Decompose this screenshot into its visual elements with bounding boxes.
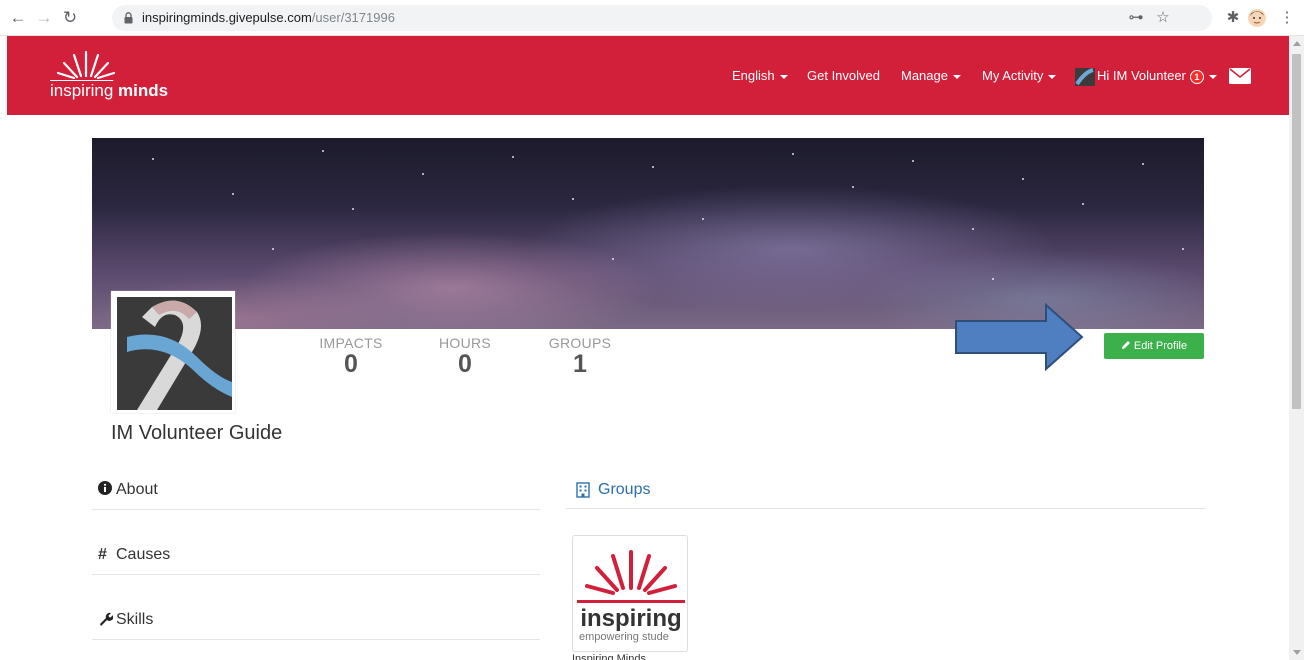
stat-hours: HOURS 0 bbox=[425, 335, 505, 377]
nav-language-label: English bbox=[732, 68, 775, 83]
back-arrow-icon[interactable]: ← bbox=[8, 8, 28, 28]
star-bookmark-icon[interactable]: ☆ bbox=[1152, 7, 1174, 29]
section-about-label: About bbox=[116, 481, 158, 498]
logo-word-inspiring: inspiring bbox=[50, 81, 114, 100]
extensions-puzzle-icon[interactable]: ✱ bbox=[1222, 7, 1244, 29]
stat-value: 0 bbox=[458, 350, 472, 378]
profile-avatar[interactable] bbox=[111, 291, 235, 413]
chevron-down-icon bbox=[779, 74, 788, 79]
browser-toolbar: ← → ↻ inspiringminds.givepulse.com/user/… bbox=[0, 0, 1304, 36]
url-path: /user/3171996 bbox=[311, 10, 395, 25]
wrench-icon bbox=[100, 612, 114, 626]
profile-avatar-icon[interactable] bbox=[1246, 7, 1268, 29]
nav-my-activity[interactable]: My Activity bbox=[982, 66, 1057, 86]
lock-icon bbox=[124, 12, 133, 24]
pencil-icon bbox=[1121, 341, 1130, 349]
inspiring-minds-logo[interactable]: inspiring minds bbox=[50, 48, 190, 104]
nav-manage-label: Manage bbox=[901, 68, 948, 83]
nav-manage[interactable]: Manage bbox=[901, 66, 961, 86]
scroll-down-arrow-icon[interactable] bbox=[1293, 650, 1301, 655]
stat-label: GROUPS bbox=[548, 335, 612, 351]
group-name-link[interactable]: Inspiring Minds bbox=[572, 653, 646, 660]
url-text: inspiringminds.givepulse.com/user/317199… bbox=[142, 10, 395, 25]
page-scrollbar[interactable] bbox=[1289, 36, 1304, 660]
awareness-ribbon-icon bbox=[117, 297, 232, 410]
stat-value: 1 bbox=[573, 350, 587, 378]
hashtag-icon: # bbox=[98, 546, 107, 563]
logo-text: inspiring minds bbox=[50, 81, 168, 101]
section-groups: Groups bbox=[566, 472, 1206, 509]
stat-impacts: IMPACTS 0 bbox=[311, 335, 391, 377]
notification-badge: 1 bbox=[1189, 69, 1204, 84]
user-avatar-icon bbox=[1075, 67, 1095, 86]
nav-language[interactable]: English bbox=[732, 66, 788, 86]
key-icon[interactable]: ⊶ bbox=[1125, 7, 1147, 29]
site-header: inspiring minds English Get Involved Man… bbox=[7, 36, 1289, 115]
scrollbar-thumb[interactable] bbox=[1292, 54, 1301, 409]
profile-name: IM Volunteer Guide bbox=[111, 422, 283, 444]
stat-groups: GROUPS 1 bbox=[540, 335, 620, 377]
menu-kebab-icon[interactable]: ⋮ bbox=[1276, 7, 1298, 29]
group-logo-word: inspiring bbox=[580, 605, 681, 631]
logo-word-minds: minds bbox=[118, 81, 169, 100]
building-icon bbox=[576, 482, 590, 498]
groups-title: Groups bbox=[598, 481, 651, 498]
mail-envelope-icon[interactable] bbox=[1229, 68, 1251, 84]
chevron-down-icon bbox=[952, 74, 961, 79]
section-causes-label: Causes bbox=[116, 546, 171, 563]
profile-cover-image bbox=[92, 138, 1204, 329]
section-about[interactable]: About bbox=[92, 473, 540, 510]
chevron-down-icon bbox=[1048, 74, 1057, 79]
nav-user-menu[interactable]: Hi IM Volunteer 1 bbox=[1075, 66, 1217, 86]
nav-get-involved[interactable]: Get Involved bbox=[807, 66, 880, 86]
scroll-up-arrow-icon[interactable] bbox=[1293, 41, 1301, 46]
section-skills-label: Skills bbox=[116, 611, 154, 628]
group-tagline: empowering stude bbox=[579, 631, 669, 643]
group-logo-icon: inspiring bbox=[577, 550, 685, 632]
stat-label: IMPACTS bbox=[319, 335, 383, 351]
forward-arrow-icon[interactable]: → bbox=[34, 8, 54, 28]
info-circle-icon bbox=[98, 481, 112, 495]
annotation-arrow-icon bbox=[955, 303, 1084, 371]
stat-value: 0 bbox=[344, 350, 358, 378]
reload-icon[interactable]: ↻ bbox=[60, 8, 80, 28]
nav-greeting: Hi IM Volunteer bbox=[1097, 68, 1186, 83]
group-card[interactable]: inspiring empowering stude bbox=[572, 535, 688, 652]
sunburst-logo-icon bbox=[56, 50, 116, 80]
edit-profile-button[interactable]: Edit Profile bbox=[1104, 333, 1204, 359]
section-causes[interactable]: # Causes bbox=[92, 538, 540, 575]
nav-my-activity-label: My Activity bbox=[982, 68, 1044, 83]
url-host: inspiringminds.givepulse.com bbox=[142, 10, 312, 25]
section-skills[interactable]: Skills bbox=[92, 603, 540, 640]
address-bar[interactable]: inspiringminds.givepulse.com/user/317199… bbox=[112, 5, 1212, 31]
edit-profile-label: Edit Profile bbox=[1133, 340, 1188, 352]
stat-label: HOURS bbox=[438, 335, 492, 351]
chevron-down-icon bbox=[1208, 74, 1217, 79]
